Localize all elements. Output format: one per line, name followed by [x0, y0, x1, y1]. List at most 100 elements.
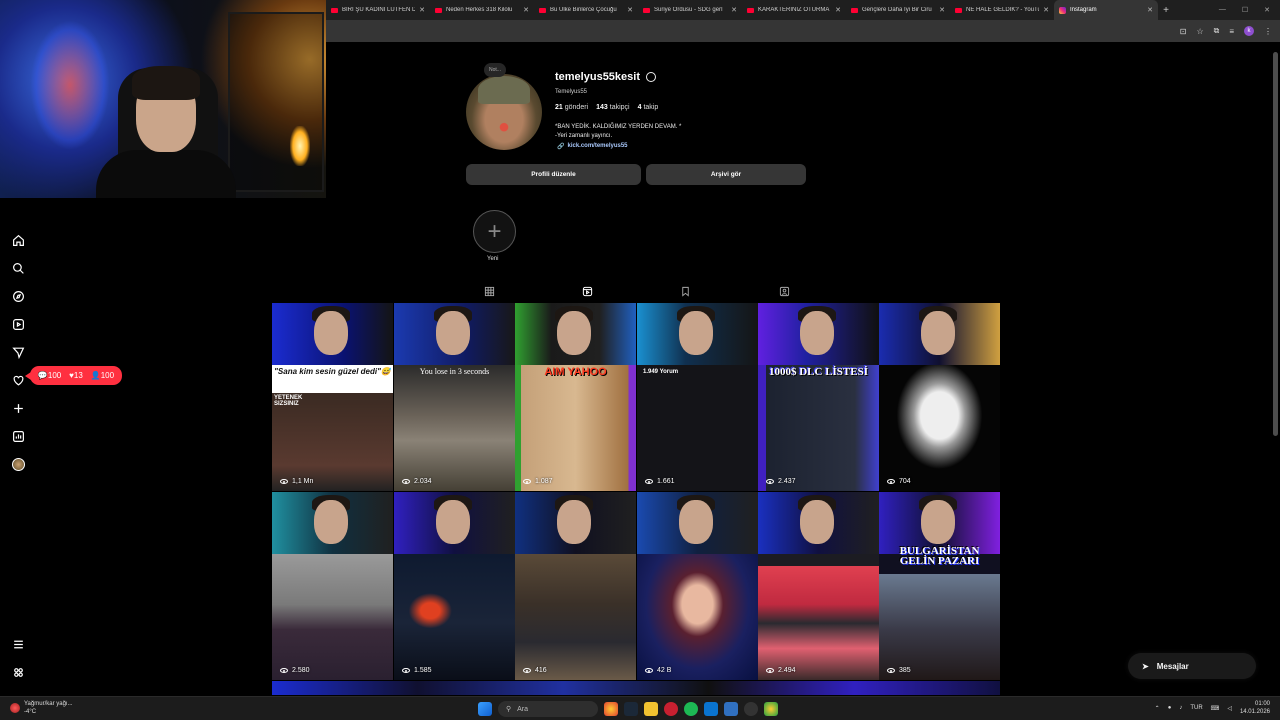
note-bubble[interactable]: Not... [484, 63, 506, 77]
reel-tile[interactable]: 704 [879, 303, 1000, 491]
spotify-icon[interactable] [684, 702, 698, 716]
dashboard-icon[interactable] [11, 429, 25, 443]
edit-profile-button[interactable]: Profili düzenle [466, 164, 641, 185]
start-windows-icon[interactable] [478, 702, 492, 716]
close-icon[interactable]: ✕ [523, 6, 529, 14]
view-archive-button[interactable]: Arşivi gör [646, 164, 806, 185]
eye-icon [887, 479, 895, 484]
photos-icon[interactable] [724, 702, 738, 716]
new-tab-button[interactable]: + [1158, 5, 1174, 16]
reel-tile[interactable]: BULGARİSTAN GELİN PAZARI 385 [879, 492, 1000, 680]
close-icon[interactable]: ✕ [835, 6, 841, 14]
tab-reels-icon[interactable] [580, 284, 594, 298]
search-icon[interactable] [11, 261, 25, 275]
browser-tab[interactable]: KARAKTERİNİZ OTURMA ✕ [742, 0, 846, 20]
profile-tabs [482, 284, 792, 300]
language-indicator[interactable]: TUR [1190, 705, 1202, 711]
close-icon[interactable]: ✕ [939, 6, 945, 14]
reel-tile[interactable]: 42 B [637, 492, 758, 680]
followers-stat[interactable]: 143 takipçi [596, 104, 629, 111]
reel-view-count: 2.494 [778, 667, 796, 674]
reel-tile[interactable]: 416 [515, 492, 636, 680]
reel-tile[interactable]: You lose in 3 seconds 2.034 [394, 303, 515, 491]
browser-tab-active[interactable]: Instagram ✕ [1054, 0, 1158, 20]
browser-tab[interactable]: NE HALE GELDİK? - YouTu ✕ [950, 0, 1054, 20]
notification-badge[interactable]: 💬100 ♥13 👤100 [25, 366, 122, 385]
messages-icon[interactable] [11, 345, 25, 359]
network-icon[interactable]: ⌨ [1211, 705, 1220, 712]
browser-tab[interactable]: Neden Herkes 318 Kilolu ✕ [430, 0, 534, 20]
opera-icon[interactable] [664, 702, 678, 716]
volume-icon[interactable]: ♪ [1179, 705, 1182, 711]
browser-tab[interactable]: Gençlere Daha İyi Bir Ciru ✕ [846, 0, 950, 20]
reel-tile[interactable]: 1.585 [394, 492, 515, 680]
tab-tagged-icon[interactable] [777, 284, 791, 298]
profile-avatar[interactable] [466, 74, 542, 150]
reel-tile[interactable]: 2.580 [272, 492, 393, 680]
following-stat[interactable]: 4 takip [638, 104, 659, 111]
reel-tile[interactable]: 1000$ DLC LİSTESİ 2.437 [758, 303, 879, 491]
bookmark-star-icon[interactable]: ☆ [1196, 27, 1203, 36]
youtube-icon [747, 7, 754, 13]
close-icon[interactable]: ✕ [419, 6, 425, 14]
close-icon[interactable]: ✕ [1147, 6, 1153, 14]
browser-toolbar: ⊡ ☆ ⧉ ≡ k ⋮ [326, 20, 1280, 42]
reel-webcam [272, 492, 393, 554]
menu-kebab-icon[interactable]: ⋮ [1264, 27, 1272, 36]
close-icon[interactable]: ✕ [627, 6, 633, 14]
close-window-icon[interactable]: ✕ [1264, 6, 1270, 14]
followers-label: takipçi [609, 104, 630, 111]
chrome-icon[interactable] [604, 702, 618, 716]
tab-saved-icon[interactable] [678, 284, 692, 298]
page-scrollbar[interactable] [1273, 52, 1278, 436]
new-highlight-button[interactable]: + [473, 210, 516, 253]
reel-tile[interactable]: "Sana kim sesin güzel dedi"😅 YETENEK SIZ… [272, 303, 393, 491]
media-icon[interactable]: ≡ [1229, 27, 1234, 36]
chevron-up-icon[interactable]: ⌃ [1155, 705, 1160, 712]
speaker-icon[interactable]: ◁ [1227, 705, 1232, 712]
reel-views: 2.437 [766, 478, 796, 485]
reel-tile[interactable]: 1.949 Yorum 1.661 [637, 303, 758, 491]
taskbar-search[interactable]: ⚲ Ara [498, 701, 598, 717]
youtube-icon [539, 7, 546, 13]
bio-link[interactable]: 🔗 kick.com/temelyus55 [557, 143, 628, 150]
file-explorer-icon[interactable] [644, 702, 658, 716]
browser-tab[interactable]: Suriye Ordusu - SDG gerİ ✕ [638, 0, 742, 20]
home-icon[interactable] [11, 233, 25, 247]
more-menu-icon[interactable] [11, 637, 25, 651]
minimize-icon[interactable]: — [1219, 6, 1226, 14]
browser-tab[interactable]: BİRİ ŞU KADINI LÜTFEN D ✕ [326, 0, 430, 20]
steam-icon[interactable] [624, 702, 638, 716]
reel-tile[interactable]: 2.494 [758, 492, 879, 680]
clock-time: 01:00 [1254, 701, 1270, 707]
close-icon[interactable]: ✕ [1043, 6, 1049, 14]
explore-icon[interactable] [11, 289, 25, 303]
weather-widget[interactable]: Yağmur/kar yağı... -4°C [10, 700, 73, 716]
notifications-heart-icon[interactable] [11, 373, 25, 387]
threads-icon[interactable] [11, 665, 25, 679]
profile-avatar[interactable]: k [1244, 26, 1254, 36]
profile-avatar-icon[interactable] [11, 457, 25, 471]
reel-tile[interactable]: AIM YAHOO 1.087 [515, 303, 636, 491]
store-icon[interactable] [704, 702, 718, 716]
reels-icon[interactable] [11, 317, 25, 331]
obs-icon[interactable] [744, 702, 758, 716]
tab-posts-grid-icon[interactable] [482, 284, 496, 298]
close-icon[interactable]: ✕ [731, 6, 737, 14]
reels-grid: "Sana kim sesin güzel dedi"😅 YETENEK SIZ… [272, 303, 1000, 695]
full-name: Temelyus55 [555, 89, 588, 95]
app-tray-icon[interactable]: ● [1168, 705, 1172, 711]
extensions-icon[interactable]: ⧉ [1214, 26, 1220, 36]
settings-gear-icon[interactable] [646, 72, 656, 82]
create-plus-icon[interactable] [11, 401, 25, 415]
messages-button[interactable]: ➤ Mesajlar [1128, 653, 1256, 679]
clock[interactable]: 01:00 14.01.2026 [1240, 700, 1270, 716]
eye-icon [280, 668, 288, 673]
chrome-canary-icon[interactable] [764, 702, 778, 716]
install-app-icon[interactable]: ⊡ [1180, 27, 1187, 36]
maximize-icon[interactable]: ☐ [1242, 6, 1248, 14]
reel-caption: 1000$ DLC LİSTESİ [768, 366, 869, 378]
browser-tab[interactable]: Bu Ülke Binlerce Çocuğu ✕ [534, 0, 638, 20]
reel-row-partial[interactable] [272, 681, 1000, 695]
likes-count: ♥13 [69, 371, 83, 380]
